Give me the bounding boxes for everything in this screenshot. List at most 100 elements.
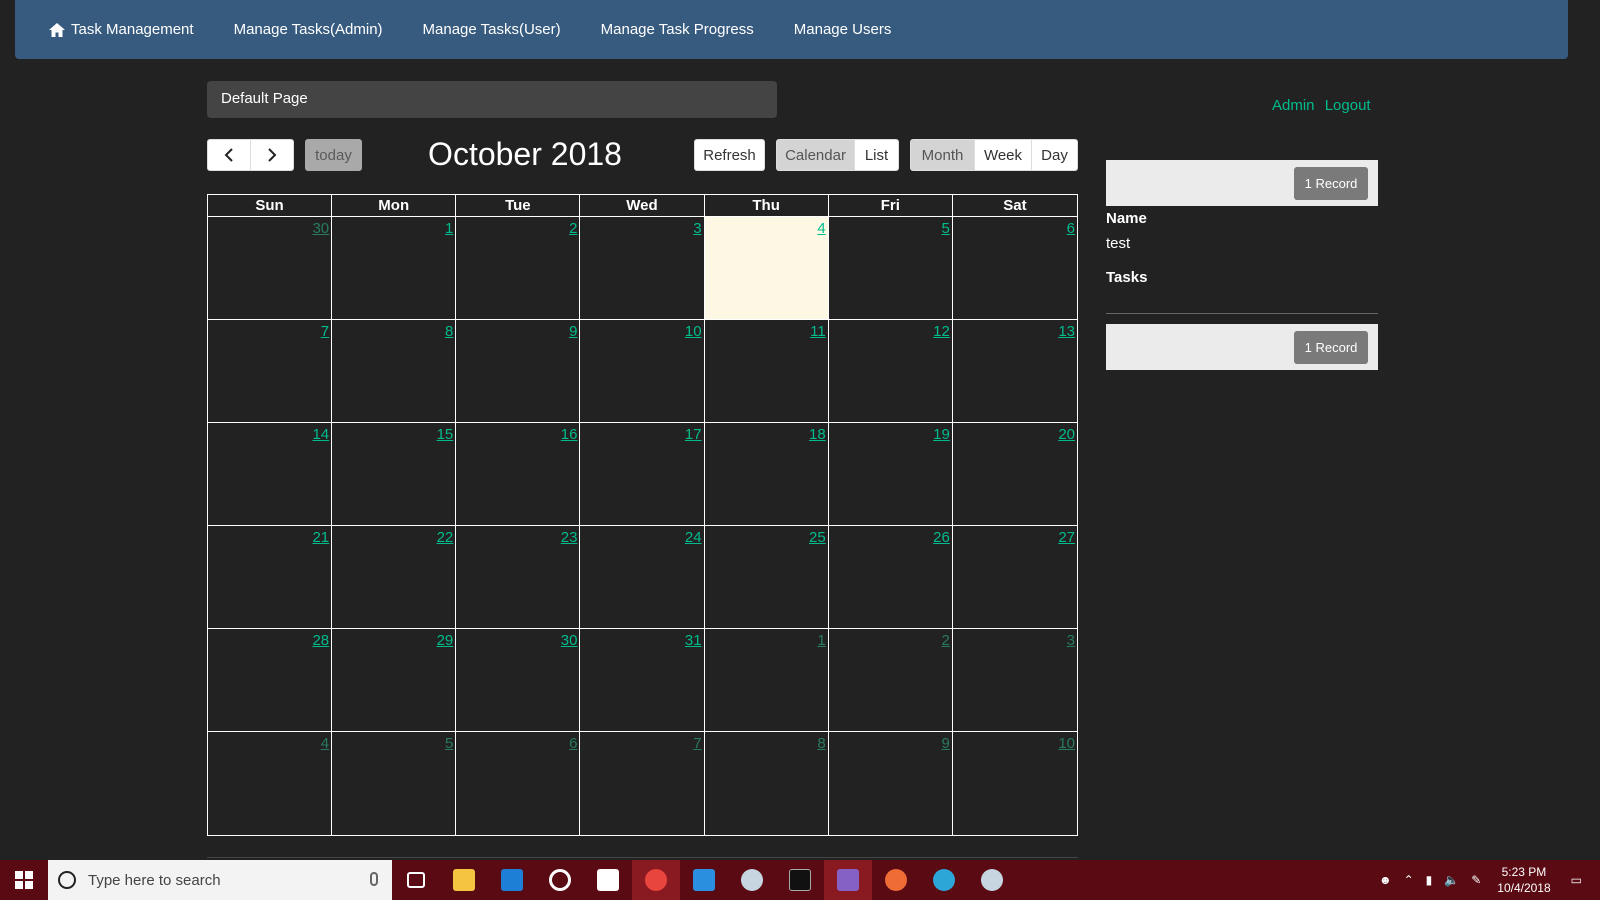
taskbar-app-postman[interactable]	[872, 860, 920, 900]
day-cell[interactable]: 6	[952, 217, 1077, 320]
day-cell[interactable]: 30	[208, 217, 333, 320]
action-center-icon[interactable]: ▭	[1571, 873, 1582, 887]
day-cell[interactable]: 19	[828, 423, 953, 526]
day-number-link[interactable]: 3	[693, 220, 701, 237]
day-cell[interactable]: 23	[456, 526, 581, 629]
day-number-link[interactable]: 18	[809, 426, 826, 443]
chevron-up-icon[interactable]: ⌃	[1404, 873, 1414, 887]
admin-link[interactable]: Admin	[1272, 97, 1315, 114]
day-cell[interactable]: 9	[829, 732, 953, 835]
day-number-link[interactable]: 3	[1067, 632, 1075, 649]
record-count-button[interactable]: 1 Record	[1294, 167, 1368, 200]
day-number-link[interactable]: 30	[561, 632, 578, 649]
day-number-link[interactable]: 28	[312, 632, 329, 649]
list-view-button[interactable]: List	[854, 139, 899, 171]
day-cell[interactable]: 27	[952, 526, 1077, 629]
month-view-button[interactable]: Month	[910, 139, 975, 171]
day-cell[interactable]: 15	[332, 423, 457, 526]
battery-icon[interactable]: ▮	[1426, 873, 1433, 887]
day-number-link[interactable]: 10	[685, 323, 702, 340]
day-number-link[interactable]: 8	[445, 323, 453, 340]
day-number-link[interactable]: 15	[437, 426, 454, 443]
day-cell[interactable]: 14	[208, 423, 333, 526]
day-cell[interactable]: 31	[580, 629, 705, 732]
record-count-button[interactable]: 1 Record	[1294, 331, 1368, 364]
day-number-link[interactable]: 7	[693, 735, 701, 752]
today-button[interactable]: today	[305, 139, 362, 171]
pen-icon[interactable]: ✎	[1471, 873, 1481, 887]
volume-icon[interactable]: 🔈	[1444, 873, 1459, 887]
day-number-link[interactable]: 6	[569, 735, 577, 752]
day-number-link[interactable]: 20	[1058, 426, 1075, 443]
day-cell[interactable]: 11	[704, 320, 829, 423]
day-cell[interactable]: 10	[580, 320, 705, 423]
day-cell[interactable]: 22	[332, 526, 457, 629]
day-cell[interactable]: 20	[952, 423, 1077, 526]
day-cell[interactable]: 26	[828, 526, 953, 629]
taskbar-app-steam[interactable]	[728, 860, 776, 900]
day-number-link[interactable]: 31	[685, 632, 702, 649]
day-cell[interactable]: 3	[580, 217, 705, 320]
prev-month-button[interactable]	[207, 139, 251, 171]
taskbar-app-edge[interactable]	[488, 860, 536, 900]
taskbar-app-tower[interactable]	[920, 860, 968, 900]
taskbar-app-vscode[interactable]	[680, 860, 728, 900]
day-number-link[interactable]: 16	[561, 426, 578, 443]
people-icon[interactable]: ☻	[1379, 873, 1392, 887]
day-number-link[interactable]: 12	[933, 323, 950, 340]
nav-manage-tasks-admin[interactable]: Manage Tasks(Admin)	[234, 21, 383, 38]
day-cell[interactable]: 8	[332, 320, 457, 423]
nav-manage-tasks-user[interactable]: Manage Tasks(User)	[423, 21, 561, 38]
week-view-button[interactable]: Week	[974, 139, 1032, 171]
refresh-button[interactable]: Refresh	[694, 139, 765, 171]
day-number-link[interactable]: 21	[312, 529, 329, 546]
day-cell[interactable]: 3	[952, 629, 1077, 732]
next-month-button[interactable]	[250, 139, 294, 171]
microphone-icon[interactable]	[370, 872, 378, 886]
day-cell[interactable]: 10	[953, 732, 1077, 835]
start-button[interactable]	[0, 860, 48, 900]
day-number-link[interactable]: 23	[561, 529, 578, 546]
day-number-link[interactable]: 26	[933, 529, 950, 546]
day-cell[interactable]: 29	[332, 629, 457, 732]
day-cell[interactable]: 1	[332, 217, 457, 320]
day-number-link[interactable]: 9	[942, 735, 950, 752]
day-cell[interactable]: 16	[456, 423, 581, 526]
day-number-link[interactable]: 27	[1058, 529, 1075, 546]
taskbar-app-visual-studio[interactable]	[824, 860, 872, 900]
brand-link[interactable]: Task Management	[49, 21, 194, 38]
day-number-link[interactable]: 22	[437, 529, 454, 546]
day-number-link[interactable]: 13	[1058, 323, 1075, 340]
day-cell[interactable]: 5	[332, 732, 457, 835]
day-cell[interactable]: 28	[208, 629, 333, 732]
day-cell[interactable]: 4	[208, 732, 333, 835]
day-cell[interactable]: 2	[828, 629, 953, 732]
day-view-button[interactable]: Day	[1031, 139, 1078, 171]
day-number-link[interactable]: 17	[685, 426, 702, 443]
day-number-link[interactable]: 4	[817, 220, 825, 237]
day-number-link[interactable]: 29	[437, 632, 454, 649]
day-number-link[interactable]: 19	[933, 426, 950, 443]
day-cell[interactable]: 2	[456, 217, 581, 320]
day-number-link[interactable]: 2	[942, 632, 950, 649]
day-cell[interactable]: 7	[208, 320, 333, 423]
nav-manage-users[interactable]: Manage Users	[794, 21, 892, 38]
day-cell[interactable]: 17	[580, 423, 705, 526]
day-cell[interactable]: 8	[705, 732, 829, 835]
day-number-link[interactable]: 1	[445, 220, 453, 237]
day-cell[interactable]: 6	[456, 732, 581, 835]
day-number-link[interactable]: 30	[312, 220, 329, 237]
day-number-link[interactable]: 4	[321, 735, 329, 752]
calendar-view-button[interactable]: Calendar	[776, 139, 855, 171]
day-cell[interactable]: 9	[456, 320, 581, 423]
taskbar-app-chrome[interactable]	[632, 860, 680, 900]
day-cell[interactable]: 24	[580, 526, 705, 629]
day-number-link[interactable]: 5	[942, 220, 950, 237]
day-number-link[interactable]: 14	[312, 426, 329, 443]
day-cell[interactable]: 30	[456, 629, 581, 732]
day-cell-today[interactable]: 4	[704, 217, 829, 320]
day-cell[interactable]: 25	[704, 526, 829, 629]
day-number-link[interactable]: 10	[1058, 735, 1075, 752]
day-number-link[interactable]: 7	[321, 323, 329, 340]
nav-manage-task-progress[interactable]: Manage Task Progress	[601, 21, 754, 38]
